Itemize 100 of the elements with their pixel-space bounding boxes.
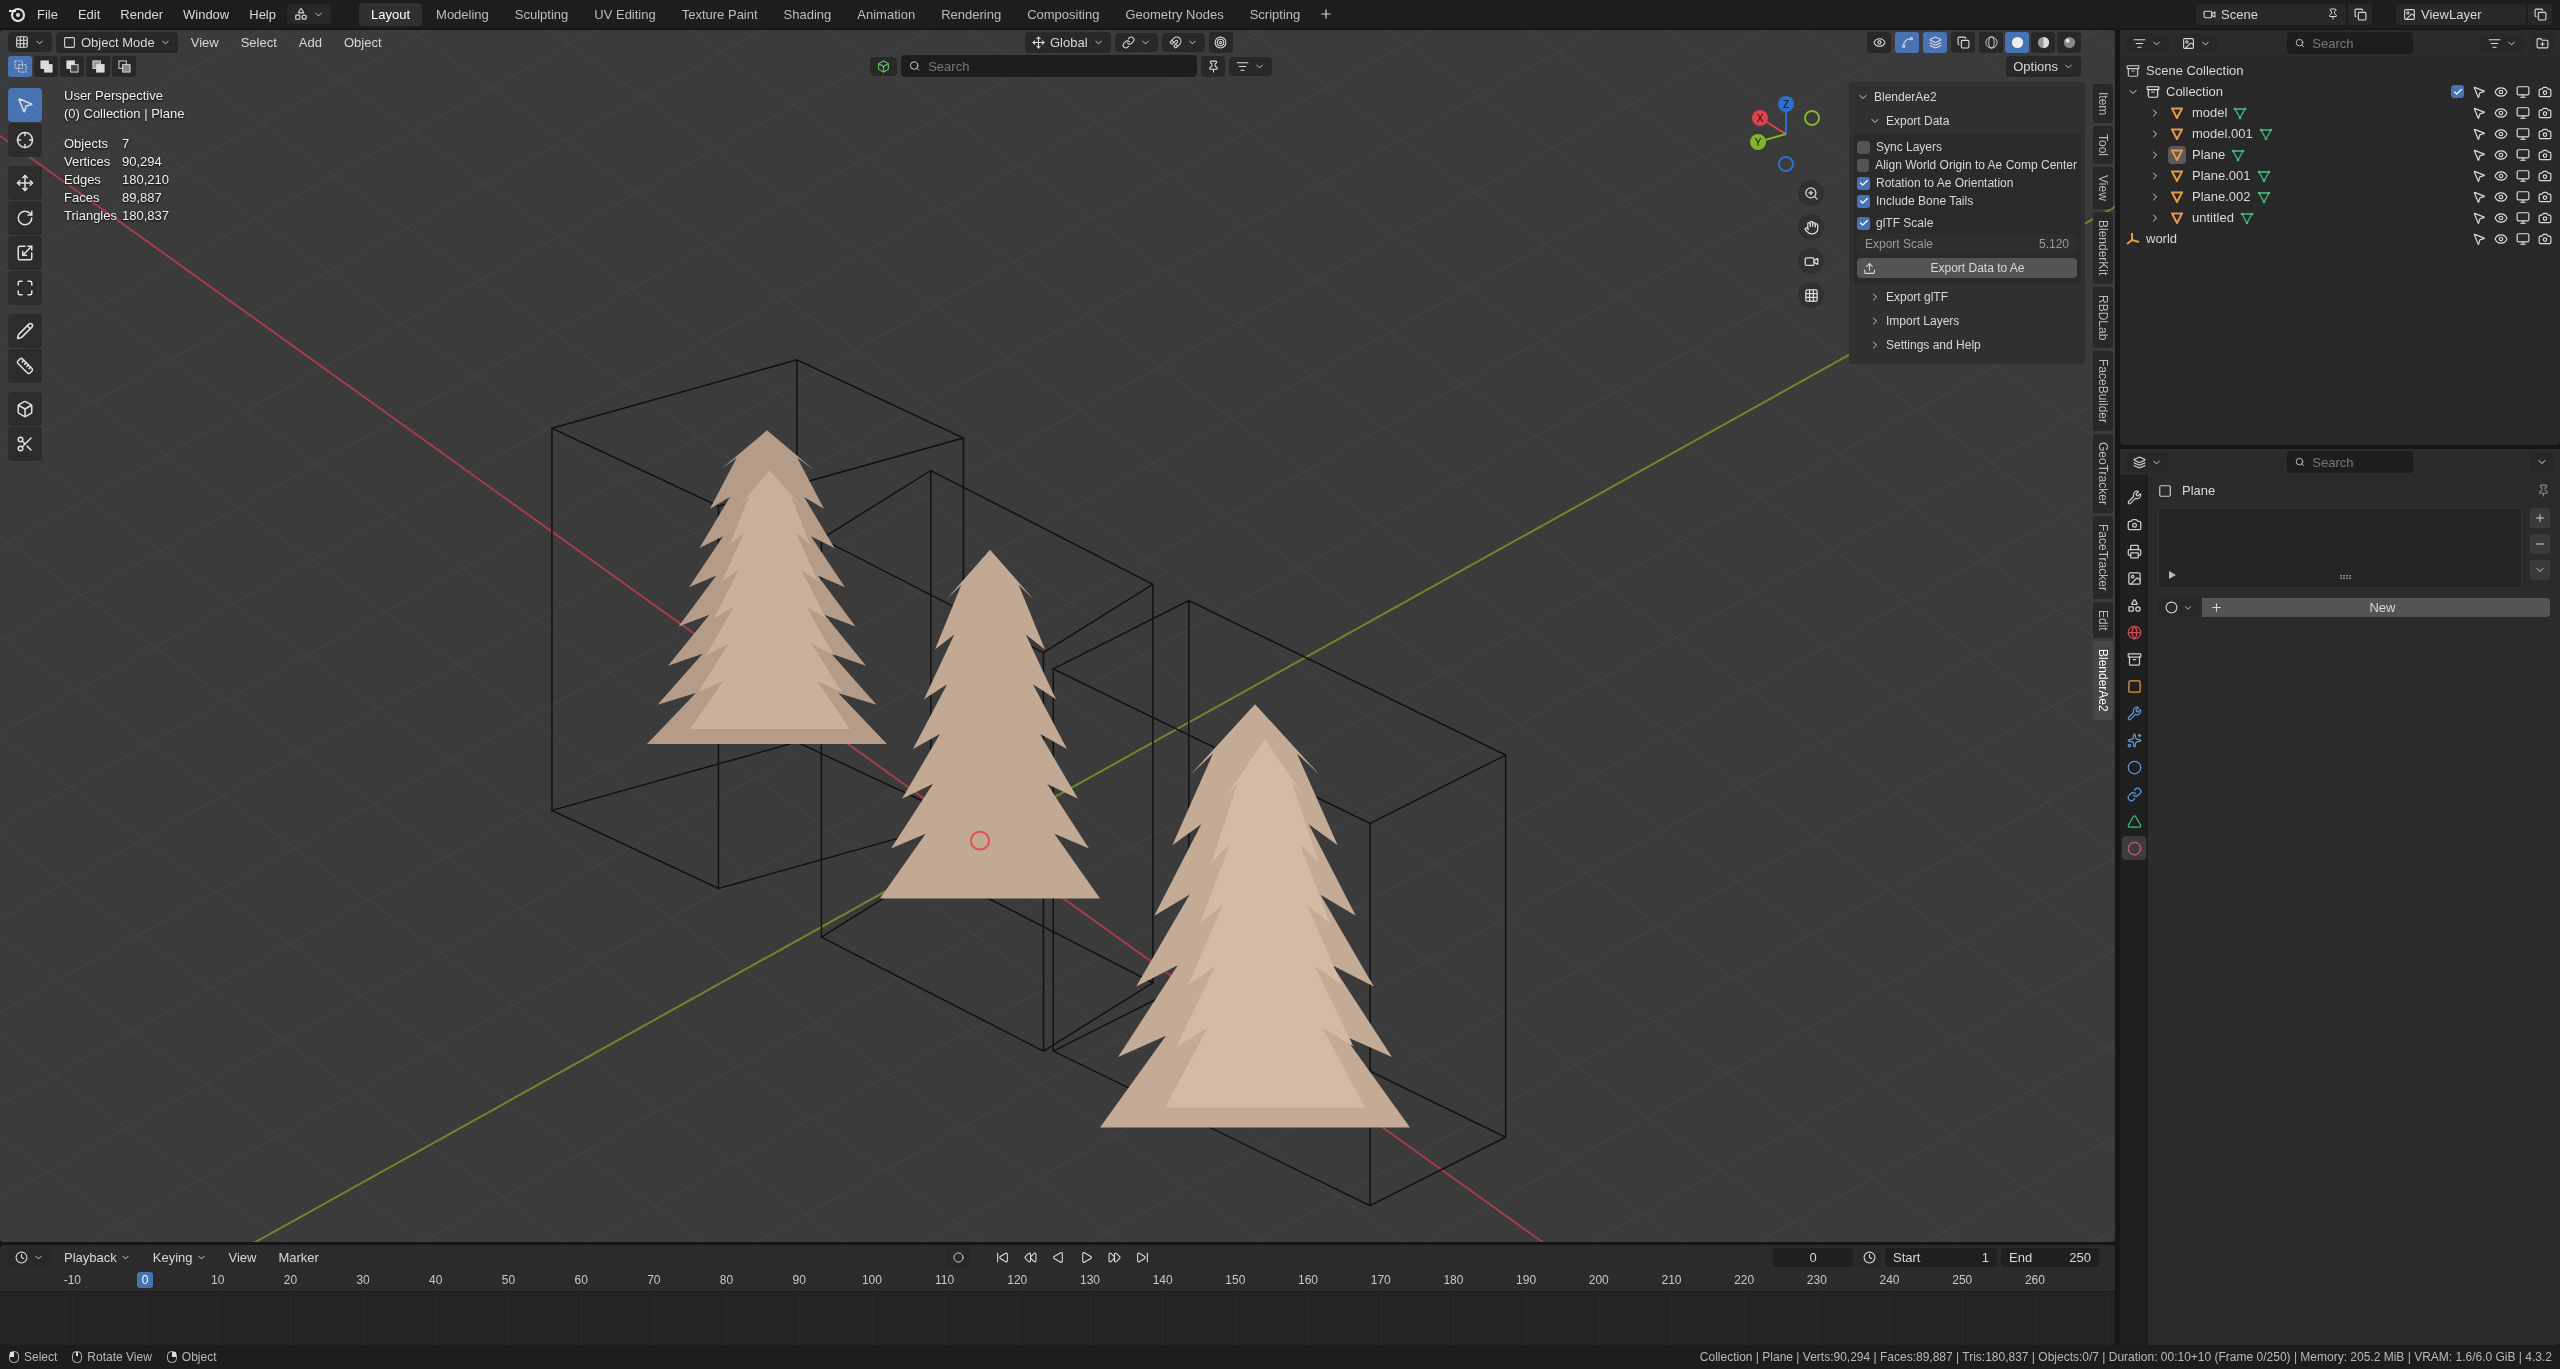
workspace-tab[interactable]: Shading	[771, 2, 844, 26]
workspace-tab[interactable]: Compositing	[1015, 2, 1112, 26]
search-field[interactable]: Search	[2286, 451, 2413, 473]
sidebar-tab[interactable]: View	[2093, 167, 2113, 210]
current-frame-field[interactable]: 0	[1773, 1247, 1853, 1267]
menu-item[interactable]: File	[28, 3, 67, 25]
frame-number: 260	[2023, 1272, 2046, 1288]
frame-number: 20	[282, 1272, 299, 1288]
frame-number: 30	[355, 1272, 371, 1288]
frame-number: 190	[1515, 1272, 1538, 1288]
menu-item[interactable]: Add	[289, 31, 331, 53]
stat-value: 89,887	[122, 190, 163, 205]
frame-number: 40	[428, 1272, 444, 1288]
options-dropdown[interactable]: Options	[2006, 55, 2081, 77]
frame-number: 170	[1369, 1272, 1392, 1288]
menu-item[interactable]: Playback	[55, 1246, 140, 1268]
new-material-button[interactable]: New	[2202, 598, 2550, 617]
scene-selector[interactable]: Scene	[2196, 3, 2346, 25]
end-frame-field[interactable]: End 250	[2001, 1247, 2099, 1267]
mode-dropdown[interactable]: Object Mode	[56, 31, 178, 53]
menu-item[interactable]: Marker	[269, 1246, 328, 1268]
outliner-item[interactable]: Scene Collection	[2146, 63, 2244, 78]
subpanel-header[interactable]: Import Layers	[1849, 310, 2085, 332]
frame-number: 230	[1805, 1272, 1828, 1288]
sidebar-tab[interactable]: BlenderAe2	[2093, 641, 2113, 721]
checkbox-label: Align World Origin to Ae Comp Center	[1875, 158, 2077, 172]
menu-item[interactable]: Render	[111, 3, 172, 25]
outliner-item[interactable]: Collection	[2166, 84, 2224, 99]
frame-number: 140	[1151, 1272, 1174, 1288]
workspace-tab[interactable]: Geometry Nodes	[1113, 2, 1236, 26]
subpanel-header[interactable]: Settings and Help	[1849, 334, 2085, 356]
menu-item[interactable]: Select	[231, 31, 286, 53]
menu-item[interactable]: View	[181, 31, 228, 53]
stat-label: Vertices	[64, 154, 112, 169]
stat-value: 180,837	[122, 208, 170, 223]
frame-number: 240	[1878, 1272, 1901, 1288]
workspace-tab[interactable]: Texture Paint	[669, 2, 770, 26]
sidebar-tab[interactable]: FaceBuilder	[2093, 350, 2113, 431]
sidebar-tab[interactable]: FaceTracker	[2093, 515, 2113, 599]
workspace-tab[interactable]: Modeling	[424, 2, 501, 26]
sidebar-tab[interactable]: BlenderKit	[2093, 212, 2113, 284]
outliner-item[interactable]: untitled	[2192, 210, 2234, 225]
subpanel-header[interactable]: Export glTF	[1849, 286, 2085, 308]
frame-number: -10	[62, 1272, 82, 1288]
outliner-item[interactable]: model.001	[2192, 126, 2253, 141]
sidebar-tab[interactable]: Tool	[2093, 126, 2113, 165]
stat-label: Edges	[64, 172, 102, 187]
workspace-tab[interactable]: Rendering	[929, 2, 1014, 26]
view-layer-selector[interactable]: ViewLayer	[2396, 3, 2526, 25]
playhead[interactable]: 0	[136, 1272, 154, 1288]
status-hint: Rotate View	[71, 1350, 152, 1364]
frame-number: 90	[791, 1272, 807, 1288]
panel-header[interactable]: BlenderAe2	[1849, 86, 2085, 108]
frame-number: 250	[1951, 1272, 1974, 1288]
search-input[interactable]: Search	[926, 57, 1190, 75]
outliner-item[interactable]: Plane	[2192, 147, 2226, 162]
workspace-tab[interactable]: UV Editing	[582, 2, 668, 26]
axis-gizmo-ball[interactable]: Y	[1750, 133, 1787, 150]
search-input[interactable]: Search	[2310, 34, 2405, 52]
frame-number: 220	[1733, 1272, 1756, 1288]
checkbox-label: glTF Scale	[1876, 216, 1934, 230]
outliner-item[interactable]: Plane.002	[2192, 189, 2251, 204]
frame-number: 10	[210, 1272, 226, 1288]
menu-item[interactable]: Help	[240, 3, 285, 25]
subpanel-header[interactable]: Export Data	[1849, 110, 2085, 132]
axis-gizmo-ball[interactable]: Z	[1778, 96, 1794, 135]
menu-item[interactable]: Object	[334, 31, 391, 53]
search-field[interactable]: Search	[2286, 32, 2413, 54]
frame-number: 60	[573, 1272, 589, 1288]
outliner-item[interactable]: world	[2146, 231, 2178, 246]
sidebar-tab[interactable]: RBDLab	[2093, 286, 2113, 348]
menu-item[interactable]: Keying	[143, 1246, 216, 1268]
search-field[interactable]: Search	[901, 55, 1198, 77]
sidebar-tab[interactable]: Edit	[2093, 601, 2113, 639]
menu-item[interactable]: Edit	[68, 3, 110, 25]
export-button[interactable]: Export Data to Ae	[1857, 258, 2077, 278]
workspace-tab[interactable]: Sculpting	[502, 2, 581, 26]
menu-item[interactable]: View	[219, 1246, 266, 1268]
frame-number: 110	[934, 1272, 956, 1288]
workspace-tab[interactable]: Layout	[359, 2, 423, 26]
status-info: Collection | Plane | Verts:90,294 | Faces:89,887 | Tris:180,837 | Objects:0/7 | Duration: 00:10+10 (Frame 0/250) | Memory: 205.2 MiB | VRAM: 1.6/6.0 GiB | 4.3.2	[1699, 1350, 2552, 1364]
menu-item[interactable]: Window	[174, 3, 239, 25]
frame-number: 150	[1224, 1272, 1247, 1288]
checkbox-label: Rotation to Ae Orientation	[1876, 176, 2014, 190]
start-frame-field[interactable]: Start 1	[1885, 1247, 1997, 1267]
status-hint: Object	[165, 1350, 217, 1364]
status-hint: Select	[8, 1350, 58, 1364]
outliner-item[interactable]: Plane.001	[2192, 168, 2251, 183]
stat-value: 90,294	[122, 154, 163, 169]
workspace-tab[interactable]: Animation	[845, 2, 928, 26]
object-name: Plane	[2182, 483, 2216, 498]
sidebar-tab[interactable]: Item	[2093, 84, 2113, 124]
search-input[interactable]: Search	[2310, 453, 2405, 471]
frame-number: 210	[1660, 1272, 1683, 1288]
workspace-tab[interactable]: Scripting	[1237, 2, 1313, 26]
outliner-item[interactable]: model	[2192, 105, 2228, 120]
axis-gizmo-ball[interactable]: X	[1752, 110, 1787, 135]
frame-number: 50	[500, 1272, 517, 1288]
sidebar-tab[interactable]: GeoTracker	[2093, 433, 2113, 513]
frame-number: 70	[646, 1272, 662, 1288]
